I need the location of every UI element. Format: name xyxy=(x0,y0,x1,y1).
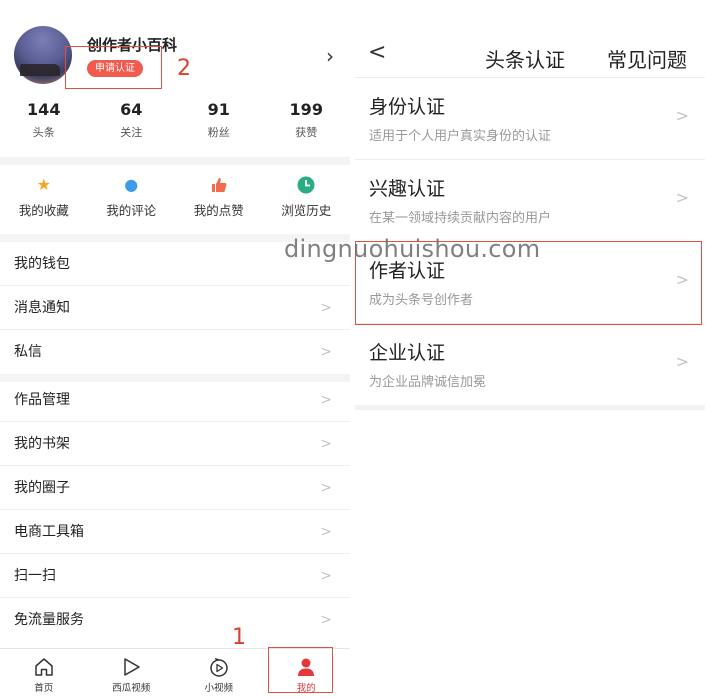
menu-item-free-data[interactable]: 免流量服务 > xyxy=(0,598,350,642)
tab-label: 首页 xyxy=(34,683,54,694)
cert-item-identity[interactable]: 身份认证 适用于个人用户真实身份的认证 > xyxy=(355,78,705,160)
page-title: 头条认证 xyxy=(485,48,565,72)
cert-title: 企业认证 xyxy=(369,342,446,364)
cert-item-enterprise[interactable]: 企业认证 为企业品牌诚信加冕 > xyxy=(355,324,705,406)
star-icon: ★ xyxy=(36,175,51,194)
profile-header[interactable]: 创作者小百科 申请认证 2 › xyxy=(0,0,350,92)
home-icon xyxy=(33,656,55,678)
chevron-right-icon: > xyxy=(675,188,689,207)
my-page: 创作者小百科 申请认证 2 › 144 头条 64 关注 91 粉丝 199 获… xyxy=(0,0,350,698)
menu-item-messages[interactable]: 私信 > xyxy=(0,330,350,374)
quick-history[interactable]: 浏览历史 xyxy=(263,168,351,234)
stat-value: 144 xyxy=(27,100,61,119)
tab-label: 西瓜视频 xyxy=(112,683,151,694)
chevron-right-icon: > xyxy=(320,480,332,496)
stat-label: 粉丝 xyxy=(207,126,230,139)
chevron-right-icon: > xyxy=(320,612,332,628)
chevron-right-icon: > xyxy=(675,106,689,125)
tab-small-video[interactable]: 小视频 xyxy=(175,649,263,698)
quick-actions: ★ 我的收藏 ● 我的评论 我的点赞 浏览历史 xyxy=(0,168,350,234)
tab-home[interactable]: 首页 xyxy=(0,649,88,698)
chevron-right-icon: > xyxy=(320,392,332,408)
stat-label: 关注 xyxy=(120,126,143,139)
stat-followers[interactable]: 91 粉丝 xyxy=(175,100,263,148)
stats-row: 144 头条 64 关注 91 粉丝 199 获赞 xyxy=(0,100,350,148)
menu-label: 扫一扫 xyxy=(14,568,56,584)
annotation-number-1: 1 xyxy=(232,625,246,650)
menu-label: 私信 xyxy=(14,344,42,360)
stat-label: 头条 xyxy=(32,126,55,139)
menu-item-notifications[interactable]: 消息通知 > xyxy=(0,286,350,330)
menu-label: 我的圈子 xyxy=(14,480,70,496)
nav-bar: < 头条认证 常见问题 xyxy=(355,38,705,78)
menu-label: 消息通知 xyxy=(14,300,70,316)
faq-link[interactable]: 常见问题 xyxy=(607,44,687,73)
menu-item-scan[interactable]: 扫一扫 > xyxy=(0,554,350,598)
stat-headlines[interactable]: 144 头条 xyxy=(0,100,88,148)
menu-label: 我的书架 xyxy=(14,436,70,452)
chevron-right-icon: > xyxy=(320,568,332,584)
section-divider xyxy=(0,157,350,165)
comment-icon: ● xyxy=(124,175,139,194)
stat-label: 获赞 xyxy=(295,126,318,139)
chevron-right-icon: > xyxy=(320,344,332,360)
chevron-right-icon: > xyxy=(675,352,689,371)
menu-item-bookshelf[interactable]: 我的书架 > xyxy=(0,422,350,466)
thumbs-up-icon xyxy=(210,176,228,194)
menu-group-tools: 作品管理 > 我的书架 > 我的圈子 > 电商工具箱 > 扫一扫 > 免流量服务… xyxy=(0,378,350,642)
quick-label: 我的收藏 xyxy=(18,203,69,218)
stat-likes[interactable]: 199 获赞 xyxy=(263,100,351,148)
stat-value: 64 xyxy=(120,100,143,119)
clock-icon xyxy=(297,176,315,194)
cert-description: 为企业品牌诚信加冕 xyxy=(369,375,487,390)
chevron-right-icon: > xyxy=(320,436,332,452)
cert-description: 在某一领域持续贡献内容的用户 xyxy=(369,211,552,226)
watermark-text: dingnuohuishou.com xyxy=(284,235,541,263)
tab-xigua-video[interactable]: 西瓜视频 xyxy=(88,649,176,698)
menu-label: 电商工具箱 xyxy=(14,524,84,540)
menu-label: 我的钱包 xyxy=(14,256,70,272)
small-video-icon xyxy=(208,656,230,678)
certification-page: < 头条认证 常见问题 身份认证 适用于个人用户真实身份的认证 > 兴趣认证 在… xyxy=(355,0,705,698)
quick-label: 我的评论 xyxy=(106,203,157,218)
quick-favorites[interactable]: ★ 我的收藏 xyxy=(0,168,88,234)
section-divider xyxy=(355,405,705,410)
stat-value: 199 xyxy=(289,100,323,119)
menu-label: 免流量服务 xyxy=(14,612,84,628)
menu-item-works[interactable]: 作品管理 > xyxy=(0,378,350,422)
annotation-number-2: 2 xyxy=(177,56,191,81)
cert-description: 适用于个人用户真实身份的认证 xyxy=(369,129,552,144)
back-arrow-icon[interactable]: < xyxy=(368,40,386,65)
quick-label: 我的点赞 xyxy=(193,203,244,218)
play-icon xyxy=(120,656,142,678)
chevron-right-icon: > xyxy=(320,524,332,540)
annotation-box-1 xyxy=(268,647,333,693)
chevron-right-icon: > xyxy=(320,300,332,316)
stat-value: 91 xyxy=(207,100,230,119)
quick-label: 浏览历史 xyxy=(281,203,332,218)
menu-item-circles[interactable]: 我的圈子 > xyxy=(0,466,350,510)
cert-item-interest[interactable]: 兴趣认证 在某一领域持续贡献内容的用户 > xyxy=(355,160,705,242)
tab-label: 小视频 xyxy=(204,683,233,694)
avatar[interactable] xyxy=(14,26,72,84)
profile-chevron-icon[interactable]: › xyxy=(326,44,334,68)
quick-comments[interactable]: ● 我的评论 xyxy=(88,168,176,234)
cert-title: 身份认证 xyxy=(369,96,446,118)
annotation-box-2 xyxy=(65,46,162,89)
menu-label: 作品管理 xyxy=(14,392,70,408)
menu-item-ecommerce[interactable]: 电商工具箱 > xyxy=(0,510,350,554)
stat-following[interactable]: 64 关注 xyxy=(88,100,176,148)
cert-title: 兴趣认证 xyxy=(369,178,446,200)
quick-likes[interactable]: 我的点赞 xyxy=(175,168,263,234)
screenshot-composite: 创作者小百科 申请认证 2 › 144 头条 64 关注 91 粉丝 199 获… xyxy=(0,0,720,698)
